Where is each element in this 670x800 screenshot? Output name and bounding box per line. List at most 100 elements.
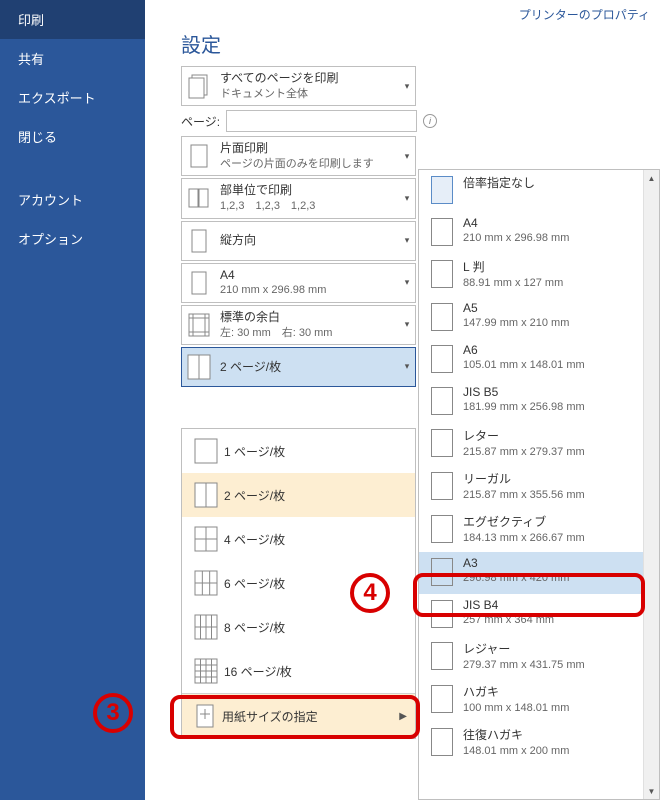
paper-size-name: レジャー [463,640,637,657]
chevron-down-icon: ▾ [399,319,415,330]
pps-option-3[interactable]: 4 ページ/枚 [182,517,415,561]
backstage-sidebar: 印刷共有エクスポート閉じるアカウントオプション [0,0,145,800]
paper-size-submenu-label: 用紙サイズの指定 [222,708,318,725]
chevron-down-icon: ▾ [399,193,415,204]
setting-collate[interactable]: 部単位で印刷1,2,3 1,2,3 1,2,3▾ [181,178,416,218]
sidebar-item-label: 印刷 [18,13,44,28]
sheet-icon [431,600,453,628]
paper-size-option[interactable]: JIS B5181.99 mm x 256.98 mm [419,381,643,423]
pps-option-2[interactable]: 2 ページ/枚 [182,473,415,517]
paper-size-name: リーガル [463,470,637,487]
paper-size-option[interactable]: A5147.99 mm x 210 mm [419,297,643,339]
paper-size-dim: 257 mm x 364 mm [463,614,637,626]
sidebar-item-label: 共有 [18,52,44,67]
paper-size-option[interactable]: JIS B4 257 mm x 364 mm [419,594,643,636]
paper-size-name: L 判 [463,258,637,275]
page-single-icon [182,142,216,170]
pps-option-label: 16 ページ/枚 [224,663,292,680]
scroll-up-arrow-icon[interactable]: ▲ [644,170,659,186]
sidebar-item-label: オプション [18,232,83,247]
sheet-icon [431,429,453,457]
sidebar-item-label: アカウント [18,193,83,208]
scale-icon [188,702,222,730]
margins-icon [182,311,216,339]
paper-size-name: ハガキ [463,683,637,700]
sidebar-item-2[interactable]: エクスポート [0,78,145,117]
paper-size-name: エグゼクティブ [463,513,637,530]
paper-size-option[interactable]: 往復ハガキ148.01 mm x 200 mm [419,722,643,765]
sheet-icon [431,218,453,246]
sheet-icon [431,176,453,204]
pps-option-label: 8 ページ/枚 [224,619,285,636]
pps1-icon [188,437,224,465]
paper-size-option[interactable]: ハガキ 100 mm x 148.01 mm [419,679,643,722]
setting-pps2[interactable]: 2 ページ/枚▾ [181,347,416,387]
sheet-icon [431,303,453,331]
setting-portrait[interactable]: 縦方向▾ [181,221,416,261]
sidebar-item-5[interactable]: アカウント [0,180,145,219]
sheet-icon [431,558,453,586]
sidebar-item-3[interactable]: 閉じる [0,117,145,156]
setting-margins[interactable]: 標準の余白左: 30 mm 右: 30 mm▾ [181,305,416,345]
setting-secondary: ドキュメント全体 [220,87,395,102]
portrait-icon [182,227,216,255]
paper-size-dim: 184.13 mm x 266.67 mm [463,532,637,544]
paper-size-option[interactable]: リーガル 215.87 mm x 355.56 mm [419,466,643,509]
pages-input[interactable] [226,110,417,132]
scroll-down-arrow-icon[interactable]: ▼ [644,783,659,799]
paper-size-menu: 倍率指定なしA4210 mm x 296.98 mmL 判88.91 mm x … [418,169,660,800]
pps2-icon [188,481,224,509]
chevron-down-icon: ▾ [399,277,415,288]
paper-size-dim: 100 mm x 148.01 mm [463,702,637,714]
paper-size-dim: 215.87 mm x 279.37 mm [463,446,637,458]
pps-option-4[interactable]: 6 ページ/枚 [182,561,415,605]
sidebar-item-6[interactable]: オプション [0,219,145,258]
pages-all-icon [182,72,216,100]
pps4-icon [188,525,224,553]
paper-size-option[interactable]: レジャー279.37 mm x 431.75 mm [419,636,643,679]
chevron-down-icon: ▾ [399,361,415,372]
setting-primary: すべてのページを印刷 [220,70,395,87]
setting-secondary: 210 mm x 296.98 mm [220,283,395,298]
paper-size-dim: 148.01 mm x 200 mm [463,745,637,757]
paper-size-option[interactable]: A3296.98 mm x 420 mm [419,552,643,594]
pps-option-5[interactable]: 8 ページ/枚 [182,605,415,649]
printer-properties-link[interactable]: プリンターのプロパティ [145,0,670,27]
info-icon[interactable]: i [423,114,437,128]
paper-size-option[interactable]: L 判88.91 mm x 127 mm [419,254,643,297]
pps6-icon [188,569,224,597]
setting-page-single[interactable]: 片面印刷ページの片面のみを印刷します▾ [181,136,416,176]
paper-size-name: A5 [463,301,637,315]
pps-option-1[interactable]: 1 ページ/枚 [182,429,415,473]
paper-size-option[interactable]: レター 215.87 mm x 279.37 mm [419,423,643,466]
paper-size-dim: 210 mm x 296.98 mm [463,232,637,244]
settings-heading: 設定 [145,27,670,64]
paper-size-option[interactable]: 倍率指定なし [419,170,643,212]
sidebar-item-0[interactable]: 印刷 [0,0,145,39]
paper-size-name: A6 [463,343,637,357]
pps-option-label: 6 ページ/枚 [224,575,285,592]
paper-size-option[interactable]: エグゼクティブ 184.13 mm x 266.67 mm [419,509,643,552]
chevron-down-icon: ▾ [399,151,415,162]
pps-option-6[interactable]: 16 ページ/枚 [182,649,415,693]
scrollbar[interactable]: ▲ ▼ [643,170,659,799]
pps-option-label: 4 ページ/枚 [224,531,285,548]
paper-size-option[interactable]: A4210 mm x 296.98 mm [419,212,643,254]
pps2-icon [182,353,216,381]
sheet-icon [431,345,453,373]
setting-primary: 部単位で印刷 [220,182,395,199]
paper-size-option[interactable]: A6105.01 mm x 148.01 mm [419,339,643,381]
sidebar-item-1[interactable]: 共有 [0,39,145,78]
setting-secondary: ページの片面のみを印刷します [220,157,395,172]
setting-pages-all[interactable]: すべてのページを印刷ドキュメント全体▾ [181,66,416,106]
sheet-icon [431,642,453,670]
setting-page-blank[interactable]: A4210 mm x 296.98 mm▾ [181,263,416,303]
paper-size-submenu-trigger[interactable]: 用紙サイズの指定 ▶ [182,693,415,738]
sheet-icon [431,260,453,288]
paper-size-name: レター [463,427,637,444]
paper-size-dim: 215.87 mm x 355.56 mm [463,489,637,501]
page-blank-icon [182,269,216,297]
paper-size-name: JIS B4 [463,598,637,612]
chevron-right-icon: ▶ [399,711,407,722]
sheet-icon [431,472,453,500]
